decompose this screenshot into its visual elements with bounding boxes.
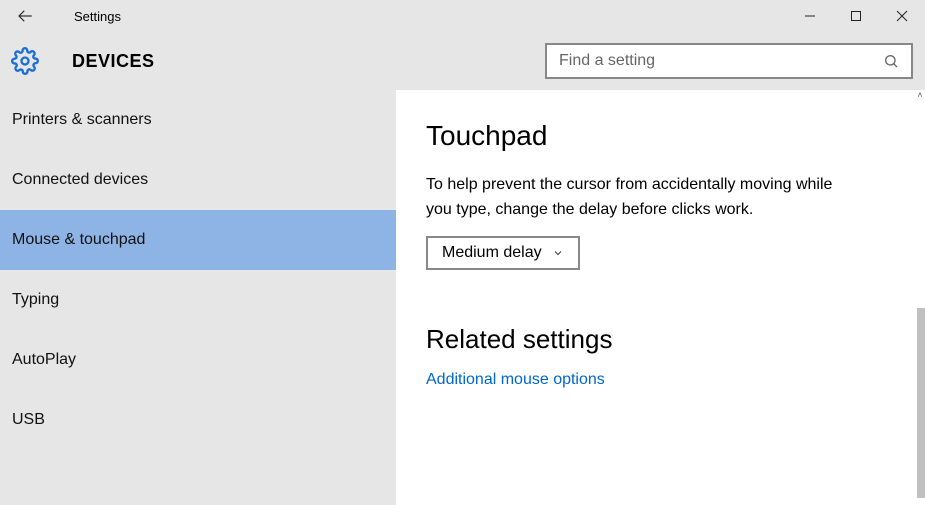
sidebar-item-mouse-touchpad[interactable]: Mouse & touchpad	[0, 210, 396, 270]
arrow-left-icon	[16, 7, 34, 25]
dropdown-value: Medium delay	[442, 244, 542, 262]
sidebar-item-label: Printers & scanners	[12, 111, 152, 129]
section-title-related: Related settings	[426, 324, 889, 355]
search-box[interactable]	[545, 43, 913, 79]
header: DEVICES	[0, 32, 925, 90]
maximize-icon	[850, 10, 862, 22]
sidebar-item-label: AutoPlay	[12, 351, 76, 369]
minimize-button[interactable]	[787, 0, 833, 32]
search-input[interactable]	[559, 52, 883, 70]
sidebar-item-label: Typing	[12, 291, 59, 309]
category-title: DEVICES	[50, 51, 155, 72]
minimize-icon	[804, 10, 816, 22]
sidebar-item-usb[interactable]: USB	[0, 390, 396, 450]
touchpad-delay-description: To help prevent the cursor from accident…	[426, 172, 856, 222]
sidebar-item-autoplay[interactable]: AutoPlay	[0, 330, 396, 390]
main-content: Touchpad To help prevent the cursor from…	[396, 90, 925, 505]
titlebar: Settings	[0, 0, 925, 32]
scroll-up-icon: ˄	[915, 90, 925, 100]
maximize-button[interactable]	[833, 0, 879, 32]
link-additional-mouse-options[interactable]: Additional mouse options	[426, 371, 889, 389]
sidebar-item-label: Mouse & touchpad	[12, 231, 145, 249]
chevron-down-icon	[552, 247, 564, 259]
sidebar-item-printers-scanners[interactable]: Printers & scanners	[0, 90, 396, 150]
sidebar-item-connected-devices[interactable]: Connected devices	[0, 150, 396, 210]
search-icon	[883, 53, 899, 69]
scrollbar-thumb[interactable]	[917, 308, 925, 498]
sidebar-item-label: USB	[12, 411, 45, 429]
section-title-touchpad: Touchpad	[426, 120, 889, 152]
close-button[interactable]	[879, 0, 925, 32]
sidebar-item-label: Connected devices	[12, 171, 148, 189]
touchpad-delay-dropdown[interactable]: Medium delay	[426, 236, 580, 270]
gear-icon	[11, 47, 39, 75]
back-button[interactable]	[0, 0, 50, 32]
close-icon	[896, 10, 908, 22]
sidebar: Printers & scanners Connected devices Mo…	[0, 90, 396, 505]
scrollbar[interactable]: ˄	[915, 90, 925, 505]
sidebar-item-typing[interactable]: Typing	[0, 270, 396, 330]
window-title: Settings	[50, 9, 121, 24]
